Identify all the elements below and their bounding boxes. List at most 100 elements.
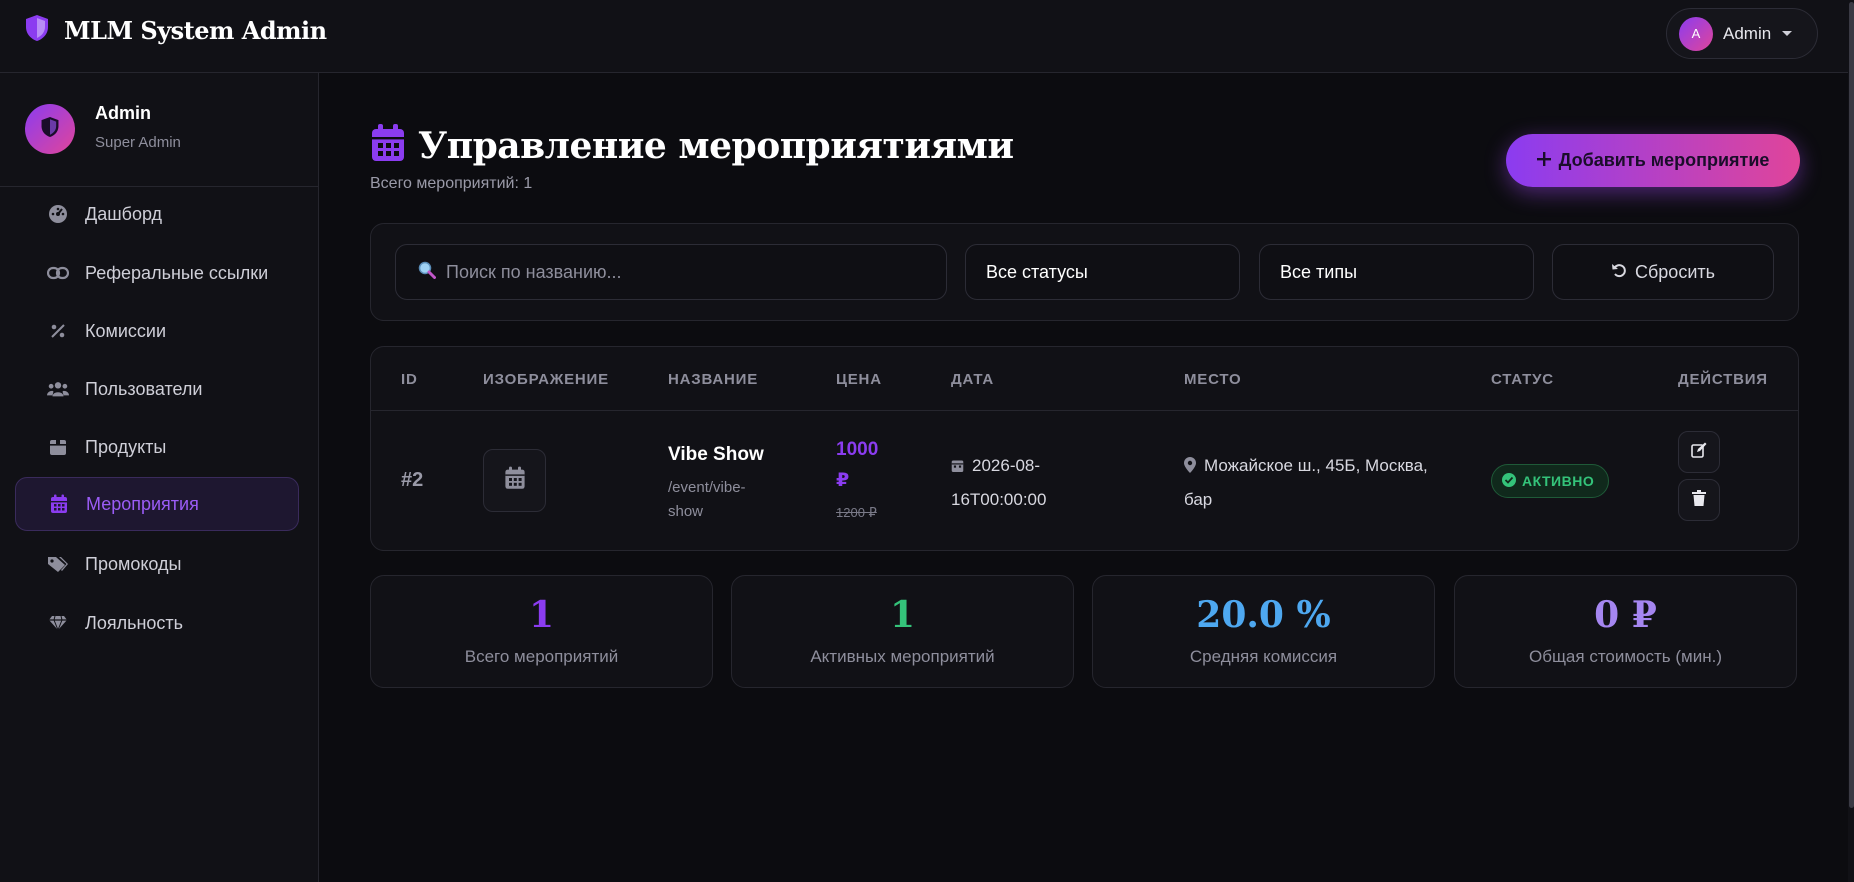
sidebar-item-label: Пользователи bbox=[85, 378, 203, 399]
sidebar-item-label: Промокоды bbox=[85, 553, 182, 574]
event-date: 2026-08-16T00:00:00 bbox=[951, 450, 1091, 516]
column-header: ЦЕНА bbox=[836, 371, 882, 388]
box-icon bbox=[47, 436, 69, 458]
edit-button[interactable] bbox=[1678, 431, 1720, 473]
event-old-price: 1200 ₽ bbox=[836, 505, 877, 520]
search-icon bbox=[418, 261, 436, 284]
sidebar-item-label: Реферальные ссылки bbox=[85, 262, 269, 283]
shield-icon bbox=[40, 116, 60, 143]
event-name: Vibe Show bbox=[668, 444, 764, 465]
calendar-icon bbox=[370, 123, 406, 168]
stat-value: 1 bbox=[889, 594, 916, 636]
add-event-label: Добавить мероприятие bbox=[1558, 150, 1770, 170]
stat-value: 20.0 % bbox=[1196, 594, 1331, 636]
map-marker-icon bbox=[1184, 452, 1196, 484]
column-header: СТАТУС bbox=[1491, 371, 1554, 388]
stat-card-total: 1 Всего мероприятий bbox=[370, 575, 713, 688]
stat-label: Общая стоимость (мин.) bbox=[1528, 647, 1722, 666]
sidebar-item-commissions[interactable]: Комиссии bbox=[15, 304, 299, 358]
sidebar-item-label: Мероприятия bbox=[86, 493, 199, 514]
sidebar-item-users[interactable]: Пользователи bbox=[15, 362, 299, 416]
search-placeholder: Поиск по названию... bbox=[446, 261, 622, 282]
event-date-text: 2026-08-16T00:00:00 bbox=[951, 456, 1047, 509]
calendar-icon bbox=[951, 452, 964, 484]
dashboard-icon bbox=[47, 203, 69, 225]
status-select-value: Все статусы bbox=[986, 261, 1088, 282]
status-select[interactable]: Все статусы bbox=[965, 244, 1240, 300]
stat-card-commission: 20.0 % Средняя комиссия bbox=[1092, 575, 1435, 688]
column-header: ДЕЙСТВИЯ bbox=[1678, 371, 1768, 388]
stat-card-active: 1 Активных мероприятий bbox=[731, 575, 1074, 688]
status-badge-label: АКТИВНО bbox=[1522, 473, 1595, 489]
calendar-icon bbox=[48, 493, 70, 515]
reset-label: Сбросить bbox=[1634, 261, 1715, 282]
app-title: MLM System Admin bbox=[64, 16, 327, 45]
brand[interactable]: MLM System Admin bbox=[24, 14, 327, 47]
sidebar-item-dashboard[interactable]: Дашборд bbox=[15, 187, 299, 241]
trash-icon bbox=[1692, 489, 1706, 511]
column-header: ID bbox=[401, 371, 418, 388]
status-badge: АКТИВНО bbox=[1491, 464, 1610, 498]
profile-avatar bbox=[25, 104, 75, 154]
user-menu-button[interactable]: A Admin bbox=[1666, 8, 1818, 59]
sidebar-item-label: Дашборд bbox=[85, 203, 163, 224]
sidebar-item-label: Продукты bbox=[85, 436, 167, 457]
profile-name: Admin bbox=[95, 103, 151, 123]
edit-icon bbox=[1691, 442, 1707, 463]
type-select[interactable]: Все типы bbox=[1259, 244, 1534, 300]
sidebar-item-products[interactable]: Продукты bbox=[15, 420, 299, 474]
sidebar-profile: Admin Super Admin bbox=[0, 73, 319, 187]
calendar-icon bbox=[504, 466, 526, 495]
column-header: НАЗВАНИЕ bbox=[668, 371, 758, 388]
table-header: ID ИЗОБРАЖЕНИЕ НАЗВАНИЕ ЦЕНА ДАТА МЕСТО … bbox=[371, 347, 1798, 411]
page-title: Управление мероприятиями bbox=[418, 124, 1014, 167]
top-bar: MLM System Admin A Admin bbox=[0, 0, 1854, 73]
stat-label: Средняя комиссия bbox=[1189, 647, 1338, 666]
event-place: Можайское ш., 45Б, Москва, бар bbox=[1184, 450, 1454, 516]
type-select-value: Все типы bbox=[1280, 261, 1358, 282]
event-id: #2 bbox=[401, 469, 424, 491]
sidebar-item-promocodes[interactable]: Промокоды bbox=[15, 537, 299, 591]
percent-icon bbox=[47, 320, 69, 342]
table-row[interactable]: #2 Vibe Show /event/vibe-show 1000 ₽ 120… bbox=[371, 412, 1798, 550]
scrollbar-thumb[interactable] bbox=[1849, 2, 1854, 808]
plus-icon bbox=[1536, 150, 1551, 171]
sidebar-item-label: Комиссии bbox=[85, 320, 167, 341]
gem-icon bbox=[47, 612, 69, 634]
column-header: МЕСТО bbox=[1184, 371, 1242, 388]
page-header: Управление мероприятиями bbox=[370, 123, 1014, 168]
stat-card-total-cost: 0 ₽ Общая стоимость (мин.) bbox=[1454, 575, 1797, 688]
sidebar-item-loyalty[interactable]: Лояльность bbox=[15, 596, 299, 650]
stat-value: 0 ₽ bbox=[1594, 594, 1657, 636]
main-content: Управление мероприятиями Всего мероприят… bbox=[320, 73, 1848, 882]
event-price: 1000 ₽ bbox=[836, 439, 879, 491]
filter-panel: Поиск по названию... Все статусы Все тип… bbox=[370, 223, 1799, 321]
undo-icon bbox=[1611, 262, 1627, 283]
profile-role: Super Admin bbox=[95, 134, 181, 151]
stat-value: 1 bbox=[528, 594, 555, 636]
delete-button[interactable] bbox=[1678, 479, 1720, 521]
caret-down-icon bbox=[1781, 25, 1793, 43]
search-input[interactable]: Поиск по названию... bbox=[395, 244, 947, 300]
sidebar: Admin Super Admin Дашборд Реферальные сс… bbox=[0, 73, 319, 882]
event-place-text: Можайское ш., 45Б, Москва, бар bbox=[1184, 456, 1428, 509]
sidebar-item-label: Лояльность bbox=[85, 612, 184, 633]
user-name: Admin bbox=[1723, 23, 1772, 43]
sidebar-item-events[interactable]: Мероприятия bbox=[15, 477, 299, 531]
stat-label: Активных мероприятий bbox=[810, 647, 995, 666]
event-image bbox=[483, 449, 546, 512]
link-icon bbox=[47, 262, 69, 284]
events-table: ID ИЗОБРАЖЕНИЕ НАЗВАНИЕ ЦЕНА ДАТА МЕСТО … bbox=[370, 346, 1799, 551]
reset-button[interactable]: Сбросить bbox=[1552, 244, 1774, 300]
shield-icon bbox=[24, 14, 50, 47]
column-header: ДАТА bbox=[951, 371, 995, 388]
users-icon bbox=[47, 378, 69, 400]
page-subtitle: Всего мероприятий: 1 bbox=[370, 175, 533, 192]
column-header: ИЗОБРАЖЕНИЕ bbox=[483, 371, 609, 388]
avatar: A bbox=[1679, 16, 1713, 51]
add-event-button[interactable]: Добавить мероприятие bbox=[1506, 134, 1800, 187]
stat-label: Всего мероприятий bbox=[464, 647, 619, 666]
sidebar-item-referral-links[interactable]: Реферальные ссылки bbox=[15, 246, 299, 300]
check-circle-icon bbox=[1502, 472, 1516, 490]
tags-icon bbox=[47, 553, 69, 575]
